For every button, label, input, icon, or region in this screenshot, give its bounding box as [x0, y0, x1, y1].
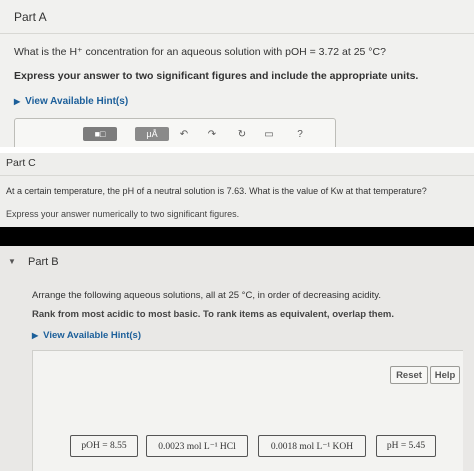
divider [0, 33, 474, 34]
caret-right-icon: ▶ [32, 331, 39, 340]
redo-icon[interactable]: ↷ [205, 127, 219, 141]
part-c-panel: Part C At a certain temperature, the pH … [0, 153, 474, 227]
part-a-panel: Part A What is the H⁺ concentration for … [0, 0, 474, 147]
reset-button[interactable]: Reset [390, 366, 428, 384]
part-a-question: What is the H⁺ concentration for an aque… [14, 46, 386, 58]
part-c-title: Part C [6, 157, 36, 169]
answer-input-box[interactable]: ■□ μÅ ↶ ↷ ↻ ▭ ? [14, 118, 336, 147]
part-b-panel: ▼ Part B Arrange the following aqueous s… [0, 246, 474, 471]
part-a-hint-link[interactable]: ▶ View Available Hint(s) [14, 96, 128, 107]
ranking-chip-koh[interactable]: 0.0018 mol L⁻¹ KOH [258, 435, 366, 457]
part-a-instruction: Express your answer to two significant f… [14, 70, 419, 82]
dark-band [0, 227, 474, 246]
ranking-chip-hcl[interactable]: 0.0023 mol L⁻¹ HCl [146, 435, 248, 457]
symbols-button[interactable]: μÅ [135, 127, 169, 141]
divider [0, 175, 474, 176]
caret-down-icon[interactable]: ▼ [8, 257, 16, 266]
reset-icon[interactable]: ↻ [235, 127, 249, 141]
ranking-chip-poh[interactable]: pOH = 8.55 [70, 435, 138, 457]
help-icon[interactable]: ? [293, 127, 307, 141]
hint-label: View Available Hint(s) [25, 96, 129, 107]
help-button[interactable]: Help [430, 366, 460, 384]
templates-button[interactable]: ■□ [83, 127, 117, 141]
part-b-instruction: Rank from most acidic to most basic. To … [32, 309, 394, 320]
caret-right-icon: ▶ [14, 97, 21, 106]
part-b-title: Part B [28, 256, 59, 268]
part-b-hint-link[interactable]: ▶ View Available Hint(s) [32, 330, 141, 341]
hint-label: View Available Hint(s) [43, 330, 141, 341]
part-c-instruction: Express your answer numerically to two s… [6, 209, 240, 219]
keyboard-icon[interactable]: ▭ [261, 127, 277, 141]
part-c-question: At a certain temperature, the pH of a ne… [6, 186, 427, 196]
part-b-question: Arrange the following aqueous solutions,… [32, 290, 381, 301]
part-a-title: Part A [14, 10, 47, 24]
undo-icon[interactable]: ↶ [177, 127, 191, 141]
ranking-chip-ph[interactable]: pH = 5.45 [376, 435, 436, 457]
